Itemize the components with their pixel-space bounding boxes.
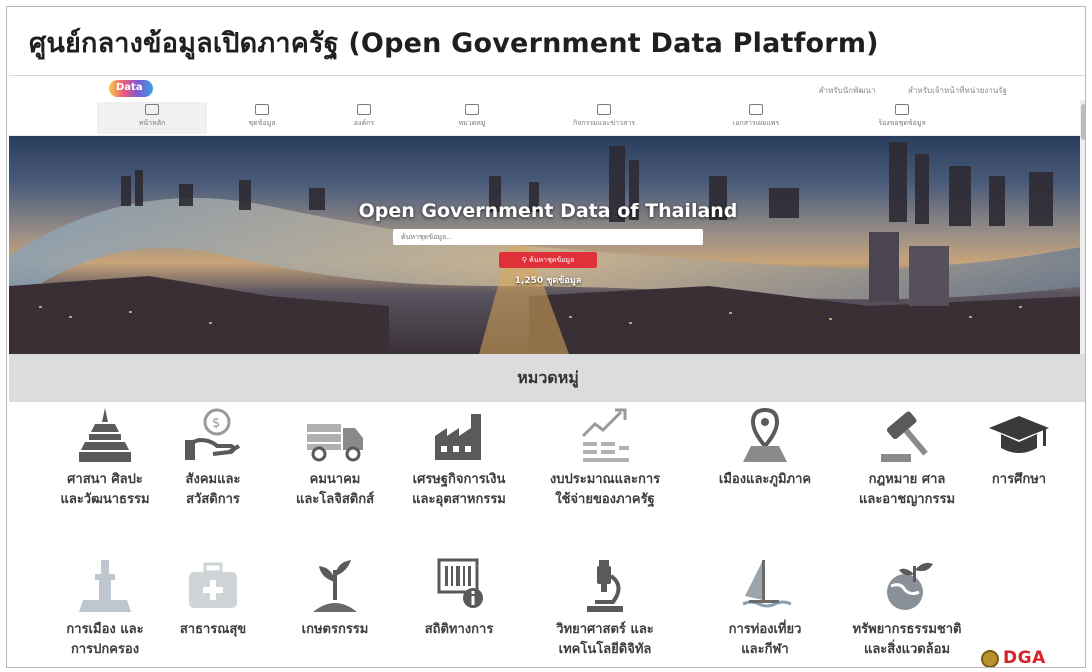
nav-label: ชุดข้อมูล xyxy=(248,119,276,127)
main-nav: หน้าหลัก ชุดข้อมูล องค์กร หมวดหมู่ กิจกร… xyxy=(9,100,1085,136)
gavel-icon xyxy=(881,411,928,462)
nav-label: กิจกรรมและข่าวสาร xyxy=(573,119,635,127)
category-science-technology[interactable]: วิทยาศาสตร์ และ เทคโนโลยีดิจิทัล xyxy=(535,556,675,660)
coin-hand-icon: $ xyxy=(185,408,241,460)
nav-label: ร้องขอชุดข้อมูล xyxy=(878,119,926,127)
category-society-welfare[interactable]: $ สังคมและ สวัสดิการ xyxy=(143,406,283,510)
search-button-label: ค้นหาชุดข้อมูล xyxy=(529,256,575,264)
page-scrollbar[interactable] xyxy=(1080,100,1085,360)
building-icon xyxy=(357,104,371,115)
sprout-icon xyxy=(313,560,357,612)
dataset-search-button[interactable]: ⚲ ค้นหาชุดข้อมูล xyxy=(499,252,597,268)
developer-link[interactable]: สำหรับนักพัฒนา xyxy=(819,86,876,95)
categories-heading-band: หมวดหมู่ xyxy=(9,354,1085,402)
nav-datasets[interactable]: ชุดข้อมูล xyxy=(207,102,317,134)
category-label: สังคมและ สวัสดิการ xyxy=(185,472,241,507)
nav-categories[interactable]: หมวดหมู่ xyxy=(417,102,527,134)
category-city-region[interactable]: เมืองและภูมิภาค xyxy=(695,406,835,490)
monument-icon xyxy=(79,560,131,612)
scrollbar-thumb[interactable] xyxy=(1081,104,1085,140)
folder-icon xyxy=(255,104,269,115)
category-label: งบประมาณและการ ใช้จ่ายของภาครัฐ xyxy=(549,472,661,507)
dga-logo-underline xyxy=(1003,667,1049,668)
category-label: เมืองและภูมิภาค xyxy=(718,472,812,487)
eye-icon xyxy=(465,104,479,115)
hero-banner: Open Government Data of Thailand ⚲ ค้นหา… xyxy=(9,136,1085,354)
category-label: เศรษฐกิจการเงิน และอุตสาหกรรม xyxy=(412,472,506,507)
slide-title: ศูนย์กลางข้อมูลเปิดภาครัฐ (Open Governme… xyxy=(29,28,879,59)
map-pin-icon xyxy=(743,407,787,462)
agency-staff-link[interactable]: สำหรับเจ้าหน้าที่หน่วยงานรัฐ xyxy=(908,86,1007,95)
trend-chart-icon xyxy=(581,408,629,462)
windsurf-icon xyxy=(742,560,792,608)
category-label: สถิติทางการ xyxy=(424,622,494,637)
category-natural-resources-environment[interactable]: ทรัพยากรธรรมชาติ และสิ่งแวดล้อม xyxy=(837,556,977,660)
dataset-count: 1,250 ชุดข้อมูล xyxy=(514,276,582,286)
search-icon: ⚲ xyxy=(521,256,530,264)
category-education[interactable]: การศึกษา xyxy=(949,406,1085,490)
temple-icon xyxy=(79,408,131,462)
nav-organizations[interactable]: องค์กร xyxy=(309,102,419,134)
categories-heading: หมวดหมู่ xyxy=(517,368,579,387)
medical-kit-icon xyxy=(189,562,237,608)
nav-label: เอกสารเผยแพร่ xyxy=(732,119,780,127)
graduation-cap-icon xyxy=(989,416,1049,453)
category-budget-spending[interactable]: งบประมาณและการ ใช้จ่ายของภาครัฐ xyxy=(535,406,675,510)
dga-logo-text: DGA xyxy=(1003,648,1046,668)
megaphone-icon xyxy=(597,104,611,115)
category-label: คมนาคม และโลจิสติกส์ xyxy=(295,472,375,507)
document-icon xyxy=(749,104,763,115)
category-label: การท่องเที่ยว และกีฬา xyxy=(728,622,802,657)
city-skyline-image xyxy=(9,142,1085,354)
site-logo[interactable]: Data xyxy=(109,80,155,98)
svg-text:$: $ xyxy=(212,416,220,431)
nav-label: หมวดหมู่ xyxy=(458,119,486,127)
factory-icon xyxy=(435,414,481,460)
dataset-search-input[interactable] xyxy=(393,229,703,245)
hero-title: Open Government Data of Thailand xyxy=(358,200,738,222)
nav-request-data[interactable]: ร้องขอชุดข้อมูล xyxy=(847,102,957,134)
logo-text: Data xyxy=(116,82,143,93)
category-official-statistics[interactable]: สถิติทางการ xyxy=(389,556,529,640)
barcode-info-icon xyxy=(437,558,483,608)
slide-frame: ศูนย์กลางข้อมูลเปิดภาครัฐ (Open Governme… xyxy=(6,6,1086,668)
nav-news[interactable]: กิจกรรมและข่าวสาร xyxy=(549,102,659,134)
nav-label: หน้าหลัก xyxy=(138,119,166,127)
nav-label: องค์กร xyxy=(353,119,375,127)
globe-leaf-icon xyxy=(887,562,933,610)
top-links: สำหรับนักพัฒนา สำหรับเจ้าหน้าที่หน่วยงาน… xyxy=(789,84,1007,97)
home-icon xyxy=(145,104,159,115)
website-screenshot: Data สำหรับนักพัฒนา สำหรับเจ้าหน้าที่หน่… xyxy=(9,75,1085,668)
nav-publications[interactable]: เอกสารเผยแพร่ xyxy=(701,102,811,134)
category-label: วิทยาศาสตร์ และ เทคโนโลยีดิจิทัล xyxy=(556,622,654,657)
category-label: เกษตรกรรม xyxy=(301,622,369,637)
truck-icon xyxy=(307,424,363,462)
top-bar: Data สำหรับนักพัฒนา สำหรับเจ้าหน้าที่หน่… xyxy=(9,76,1085,100)
category-agriculture[interactable]: เกษตรกรรม xyxy=(265,556,405,640)
dga-seal-icon xyxy=(981,650,999,667)
category-tourism-sports[interactable]: การท่องเที่ยว และกีฬา xyxy=(695,556,835,660)
request-icon xyxy=(895,104,909,115)
nav-home[interactable]: หน้าหลัก xyxy=(97,102,207,134)
category-public-health[interactable]: สาธารณสุข xyxy=(143,556,283,640)
category-transport-logistics[interactable]: คมนาคม และโลจิสติกส์ xyxy=(265,406,405,510)
microscope-icon xyxy=(587,560,623,612)
category-label: สาธารณสุข xyxy=(179,622,247,637)
category-economy-industry[interactable]: เศรษฐกิจการเงิน และอุตสาหกรรม xyxy=(389,406,529,510)
category-label: การศึกษา xyxy=(991,472,1047,487)
category-label: ทรัพยากรธรรมชาติ และสิ่งแวดล้อม xyxy=(852,622,962,657)
